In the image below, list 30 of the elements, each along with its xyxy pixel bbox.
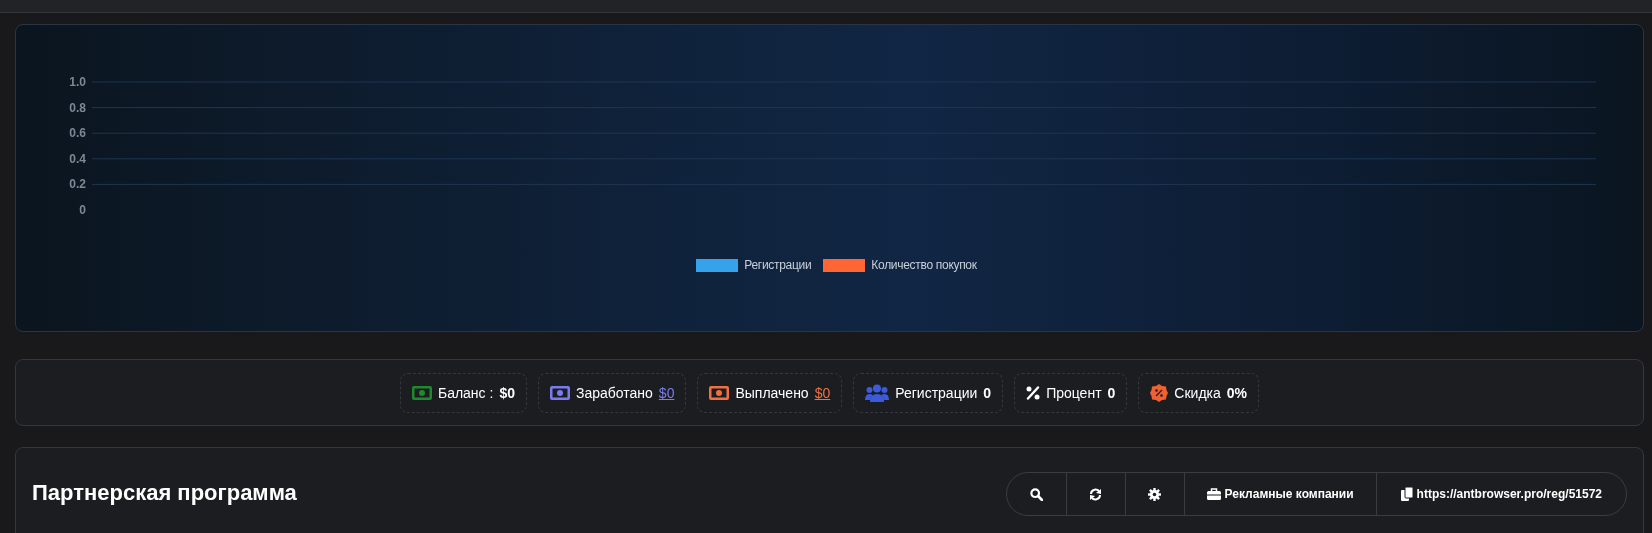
campaigns-button[interactable]: Рекламные компании bbox=[1183, 473, 1376, 515]
axis-tick-label: 1.0 bbox=[69, 75, 86, 89]
axis-tick-label: 0 bbox=[79, 203, 86, 217]
settings-icon bbox=[1148, 487, 1162, 501]
briefcase-icon bbox=[1206, 488, 1221, 500]
stat-value: 0% bbox=[1226, 384, 1248, 401]
section-title: Партнерская программа bbox=[32, 480, 297, 506]
legend-label[interactable]: Количество покупок bbox=[871, 258, 977, 272]
search-icon bbox=[1029, 487, 1043, 501]
axis-tick-label: 0.6 bbox=[69, 126, 86, 141]
stat-label: Скидка bbox=[1174, 384, 1221, 401]
legend-label[interactable]: Регистрации bbox=[744, 258, 812, 272]
stat-label: Заработано bbox=[575, 384, 653, 401]
legend-swatch[interactable] bbox=[696, 258, 739, 272]
axis-tick-label: 0.4 bbox=[69, 151, 86, 166]
stat-value: 0 bbox=[983, 384, 992, 401]
stat-value: $0 bbox=[499, 384, 515, 401]
stat-value-link[interactable]: $0 bbox=[814, 384, 831, 401]
stat-label: Регистрации bbox=[895, 384, 978, 401]
axis-tick-label: 0.8 bbox=[69, 100, 86, 115]
copy-icon bbox=[1400, 487, 1413, 501]
refresh-icon bbox=[1089, 487, 1103, 501]
legend-swatch[interactable] bbox=[823, 258, 866, 272]
stat-value-link[interactable]: $0 bbox=[658, 384, 675, 401]
stat-label: Выплачено bbox=[735, 384, 809, 401]
stat-label: Баланс : bbox=[437, 384, 494, 401]
stat-label: Процент bbox=[1046, 384, 1102, 401]
axis-tick-label: 0.2 bbox=[69, 177, 86, 192]
stat-value: 0 bbox=[1107, 384, 1116, 401]
copy-link-button[interactable]: https://antbrowser.pro/reg/51572 bbox=[1375, 473, 1626, 515]
